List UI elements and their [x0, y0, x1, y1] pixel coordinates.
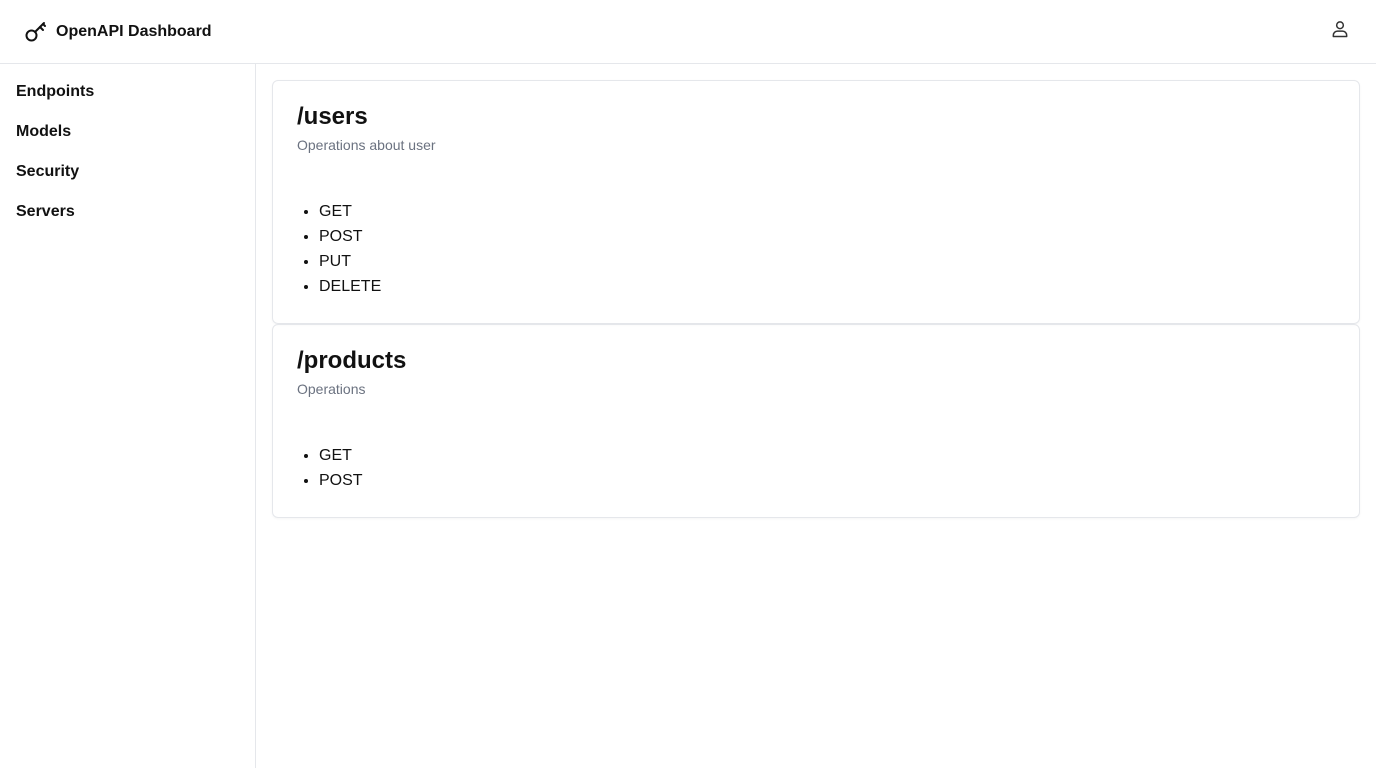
sidebar-item-security[interactable]: Security: [16, 160, 239, 200]
sidebar-item-endpoints[interactable]: Endpoints: [16, 80, 239, 120]
user-icon: [1330, 19, 1350, 44]
app-title: OpenAPI Dashboard: [56, 22, 212, 40]
sidebar-item-servers[interactable]: Servers: [16, 200, 239, 240]
endpoint-card-products: /products Operations GET POST: [272, 324, 1360, 518]
sidebar-item-models[interactable]: Models: [16, 120, 239, 160]
brand[interactable]: OpenAPI Dashboard: [24, 20, 212, 44]
method-item: POST: [319, 468, 1335, 493]
method-item: GET: [319, 199, 1335, 224]
sidebar: Endpoints Models Security Servers: [0, 64, 256, 768]
method-item: GET: [319, 443, 1335, 468]
main-content: /users Operations about user GET POST PU…: [256, 64, 1376, 768]
endpoint-path: /products: [297, 347, 407, 374]
endpoint-description: Operations: [297, 381, 366, 397]
key-icon: [24, 20, 48, 44]
user-menu-button[interactable]: [1322, 14, 1358, 50]
method-list: GET POST: [297, 443, 1335, 493]
endpoint-path: /users: [297, 103, 368, 130]
endpoint-card-users: /users Operations about user GET POST PU…: [272, 80, 1360, 324]
method-item: POST: [319, 224, 1335, 249]
endpoint-description: Operations about user: [297, 137, 436, 153]
method-item: PUT: [319, 249, 1335, 274]
method-item: DELETE: [319, 274, 1335, 299]
top-header: OpenAPI Dashboard: [0, 0, 1376, 64]
method-list: GET POST PUT DELETE: [297, 199, 1335, 299]
